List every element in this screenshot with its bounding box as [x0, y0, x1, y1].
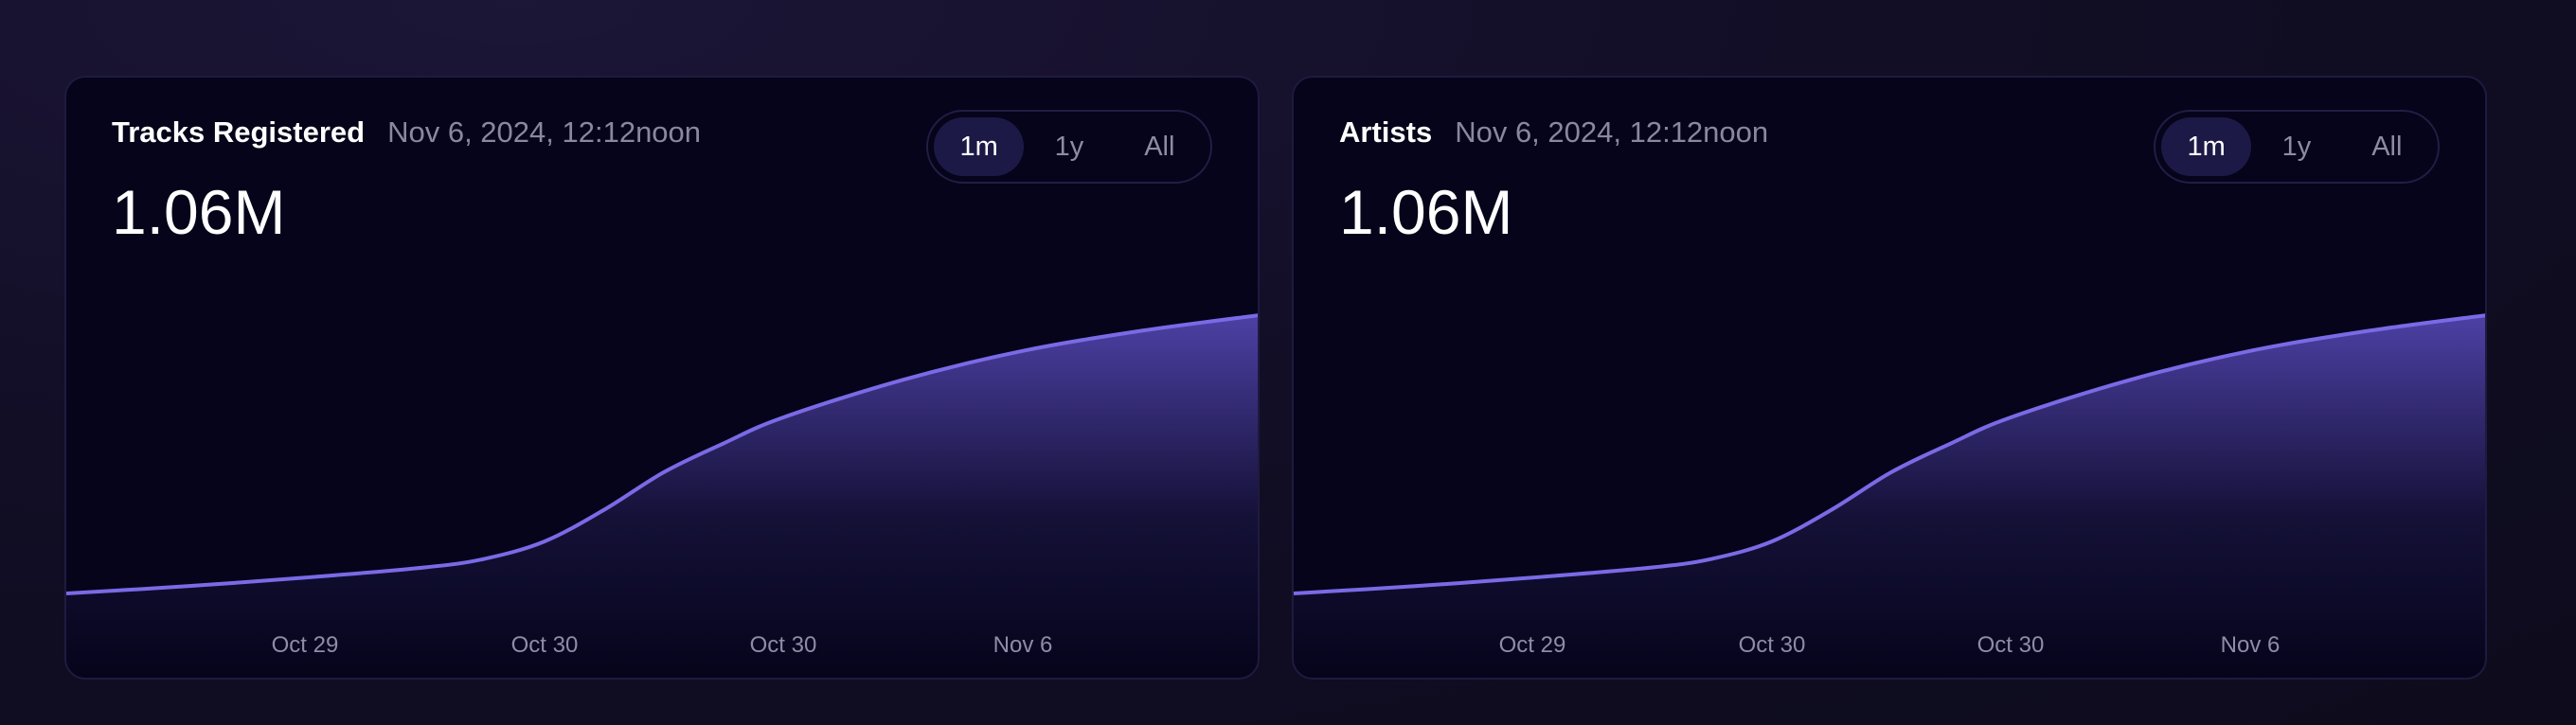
x-tick-label: Oct 29	[1499, 632, 1566, 658]
x-tick-label: Nov 6	[2221, 632, 2281, 658]
timestamp: Nov 6, 2024, 12:12noon	[387, 115, 702, 149]
x-tick-label: Oct 29	[272, 632, 339, 658]
range-toggle: 1m 1y All	[926, 110, 1212, 184]
card-title: Tracks Registered	[112, 115, 366, 149]
x-tick-label: Oct 30	[750, 632, 817, 658]
area-fill	[66, 315, 1258, 678]
x-tick-label: Oct 30	[1977, 632, 2045, 658]
metric-value: 1.06M	[1339, 177, 1513, 247]
artists-card: Oct 29 Oct 30 Oct 30 Nov 6 Artists Nov 6, 2…	[1292, 76, 2487, 680]
range-toggle: 1m 1y All	[2154, 110, 2440, 184]
tracks-registered-card: Oct 29 Oct 30 Oct 30 Nov 6 Tracks Registere…	[64, 76, 1260, 680]
x-tick-label: Oct 30	[1739, 632, 1806, 658]
metric-value: 1.06M	[112, 177, 286, 247]
range-all-button[interactable]: All	[1115, 117, 1205, 176]
range-1m-button[interactable]: 1m	[934, 117, 1025, 176]
range-1y-button[interactable]: 1y	[2251, 117, 2341, 176]
x-tick-label: Nov 6	[993, 632, 1053, 658]
range-all-button[interactable]: All	[2342, 117, 2432, 176]
x-tick-label: Oct 30	[511, 632, 579, 658]
area-fill	[1294, 315, 2485, 678]
timestamp: Nov 6, 2024, 12:12noon	[1455, 115, 1769, 149]
range-1y-button[interactable]: 1y	[1024, 117, 1114, 176]
card-title: Artists	[1339, 115, 1433, 149]
range-1m-button[interactable]: 1m	[2161, 117, 2252, 176]
